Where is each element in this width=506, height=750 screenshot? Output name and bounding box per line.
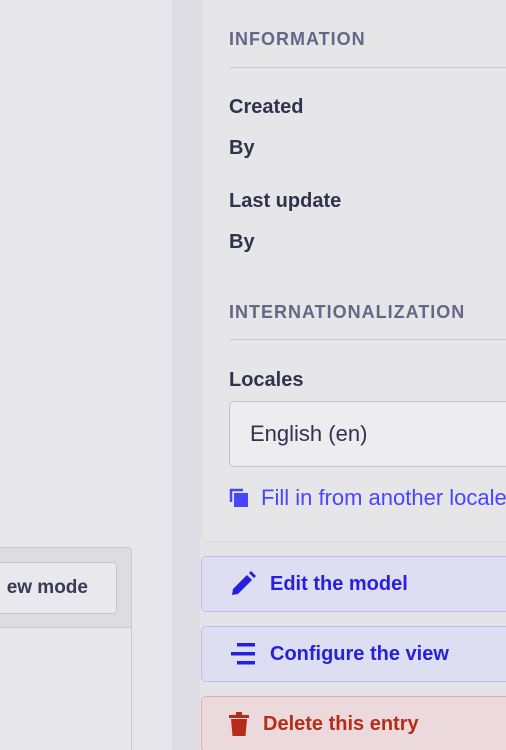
- content-gutter: [172, 0, 200, 750]
- preview-mode-label: ew mode: [6, 577, 88, 598]
- configure-view-label: Configure the view: [270, 642, 449, 665]
- delete-entry-button[interactable]: Delete this entry: [201, 696, 506, 750]
- fill-from-locale-link[interactable]: Fill in from another locale: [229, 484, 506, 512]
- fill-from-locale-label: Fill in from another locale: [261, 485, 506, 510]
- internationalization-section-title: INTERNATIONALIZATION: [229, 302, 466, 322]
- edit-model-label: Edit the model: [270, 572, 408, 595]
- locales-selected-value: English (en): [250, 421, 368, 446]
- locales-label: Locales: [229, 369, 304, 391]
- information-section-title: INFORMATION: [229, 29, 366, 49]
- updated-by-label: By: [229, 231, 255, 253]
- duplicate-icon: [229, 488, 249, 508]
- created-label: Created: [229, 96, 304, 118]
- preview-mode-button[interactable]: ew mode: [0, 562, 117, 614]
- information-divider: [229, 67, 506, 68]
- trash-icon: [228, 709, 250, 739]
- locales-select[interactable]: English (en): [229, 401, 506, 467]
- created-by-label: By: [229, 137, 255, 159]
- delete-entry-label: Delete this entry: [263, 712, 419, 735]
- pencil-icon: [228, 569, 258, 599]
- last-update-label: Last update: [229, 190, 342, 212]
- layout-lines-icon: [228, 639, 258, 669]
- internationalization-divider: [229, 339, 506, 340]
- configure-view-button[interactable]: Configure the view: [201, 626, 506, 682]
- edit-model-button[interactable]: Edit the model: [201, 556, 506, 612]
